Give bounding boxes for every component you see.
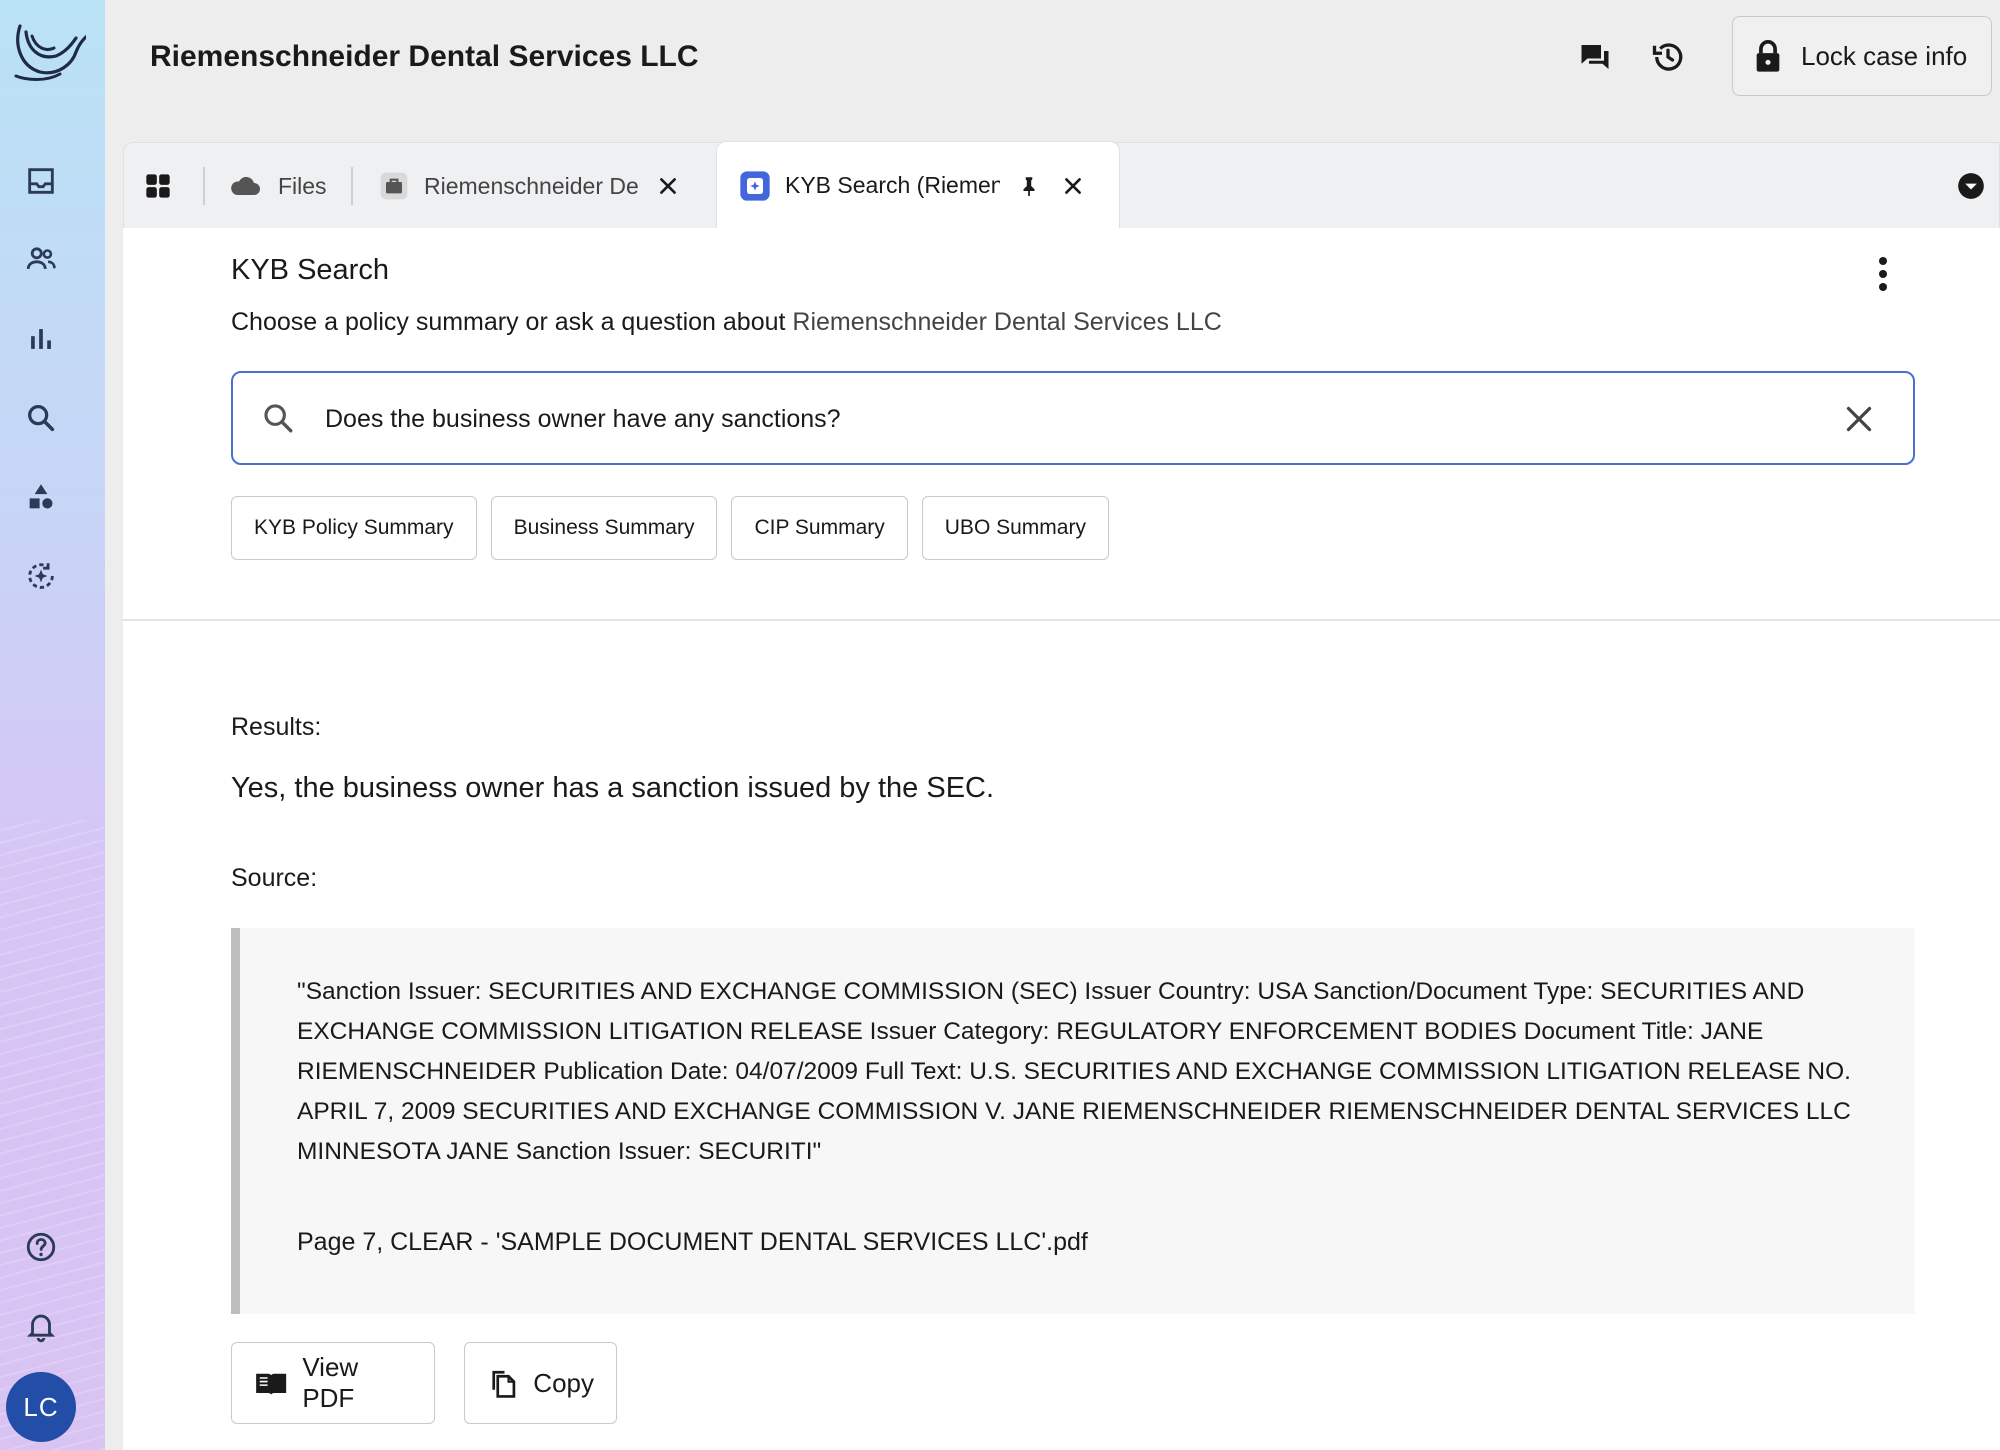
briefcase-icon [380, 172, 408, 200]
rail-wave-pattern [0, 820, 105, 1450]
tab-kyb-search[interactable]: KYB Search (Riemen [716, 141, 1120, 229]
view-pdf-button[interactable]: View PDF [231, 1342, 435, 1424]
lock-case-button[interactable]: Lock case info [1732, 16, 1992, 96]
bar-chart-icon[interactable] [20, 318, 62, 360]
tab-overflow-dropdown[interactable] [1957, 143, 1993, 229]
subtitle-text: Choose a policy summary or ask a questio… [231, 308, 793, 336]
tab-files-label: Files [278, 172, 327, 199]
history-icon[interactable] [1647, 36, 1689, 78]
copy-label: Copy [533, 1367, 594, 1398]
case-title: Riemenschneider Dental Services LLC [150, 40, 699, 73]
tab-bar: Files Riemenschneider De KYB Search (Rie… [123, 141, 2000, 229]
clear-search-icon[interactable] [1841, 401, 1877, 437]
tab-files[interactable]: Files [228, 143, 327, 229]
lock-icon [1756, 40, 1780, 72]
shapes-icon[interactable] [20, 476, 62, 518]
chat-icon[interactable] [1574, 36, 1616, 78]
close-tab-case-icon[interactable] [653, 171, 683, 201]
results-label: Results: [231, 713, 322, 741]
user-avatar[interactable]: LC [6, 1372, 76, 1442]
people-icon[interactable] [20, 238, 62, 280]
page-title: KYB Search [231, 254, 389, 286]
source-quote-block: "Sanction Issuer: SECURITIES AND EXCHANG… [231, 928, 1915, 1314]
kyb-search-icon [740, 170, 770, 201]
source-reference: Page 7, CLEAR - 'SAMPLE DOCUMENT DENTAL … [297, 1228, 1088, 1256]
chip-kyb-policy-summary[interactable]: KYB Policy Summary [231, 496, 477, 560]
chip-ubo-summary[interactable]: UBO Summary [921, 496, 1109, 560]
chevron-down-circle-icon [1958, 173, 1984, 199]
chip-business-summary[interactable]: Business Summary [490, 496, 718, 560]
question-input[interactable] [323, 391, 1787, 447]
summary-chips: KYB Policy Summary Business Summary CIP … [231, 496, 1109, 560]
tab-case-label: Riemenschneider De [424, 172, 639, 199]
chip-cip-summary[interactable]: CIP Summary [731, 496, 908, 560]
copy-button[interactable]: Copy [464, 1342, 617, 1424]
page-subtitle: Choose a policy summary or ask a questio… [231, 308, 1222, 337]
pin-icon[interactable] [1014, 171, 1044, 201]
help-icon[interactable] [20, 1226, 62, 1268]
view-pdf-label: View PDF [302, 1352, 359, 1413]
kyb-search-panel: KYB Search Choose a policy summary or as… [123, 228, 2000, 1450]
cloud-icon [231, 176, 260, 195]
search-icon [264, 404, 293, 433]
inbox-icon[interactable] [20, 160, 62, 202]
question-search-box [231, 371, 1915, 465]
bird-logo-icon [14, 24, 86, 81]
more-options-icon[interactable] [1863, 252, 1903, 296]
tab-grid-view[interactable] [144, 143, 190, 229]
lock-case-label: Lock case info [1801, 40, 1968, 71]
source-quote-text: "Sanction Issuer: SECURITIES AND EXCHANG… [297, 978, 1851, 1165]
close-tab-kyb-icon[interactable] [1058, 171, 1088, 201]
bell-icon[interactable] [20, 1305, 62, 1347]
copy-icon [492, 1370, 516, 1398]
tab-separator [203, 167, 205, 205]
ai-refresh-icon[interactable] [20, 555, 62, 597]
section-divider [123, 619, 2000, 621]
tab-case[interactable]: Riemenschneider De [378, 143, 683, 229]
book-icon [256, 1373, 287, 1395]
subtitle-company: Riemenschneider Dental Services LLC [792, 308, 1222, 336]
grid-icon [146, 174, 170, 198]
left-nav-rail: LC [0, 0, 105, 1450]
tab-kyb-label: KYB Search (Riemen [785, 172, 1000, 198]
answer-text: Yes, the business owner has a sanction i… [231, 772, 995, 804]
search-nav-icon[interactable] [20, 397, 62, 439]
source-label: Source: [231, 864, 318, 892]
tab-separator [351, 167, 353, 205]
